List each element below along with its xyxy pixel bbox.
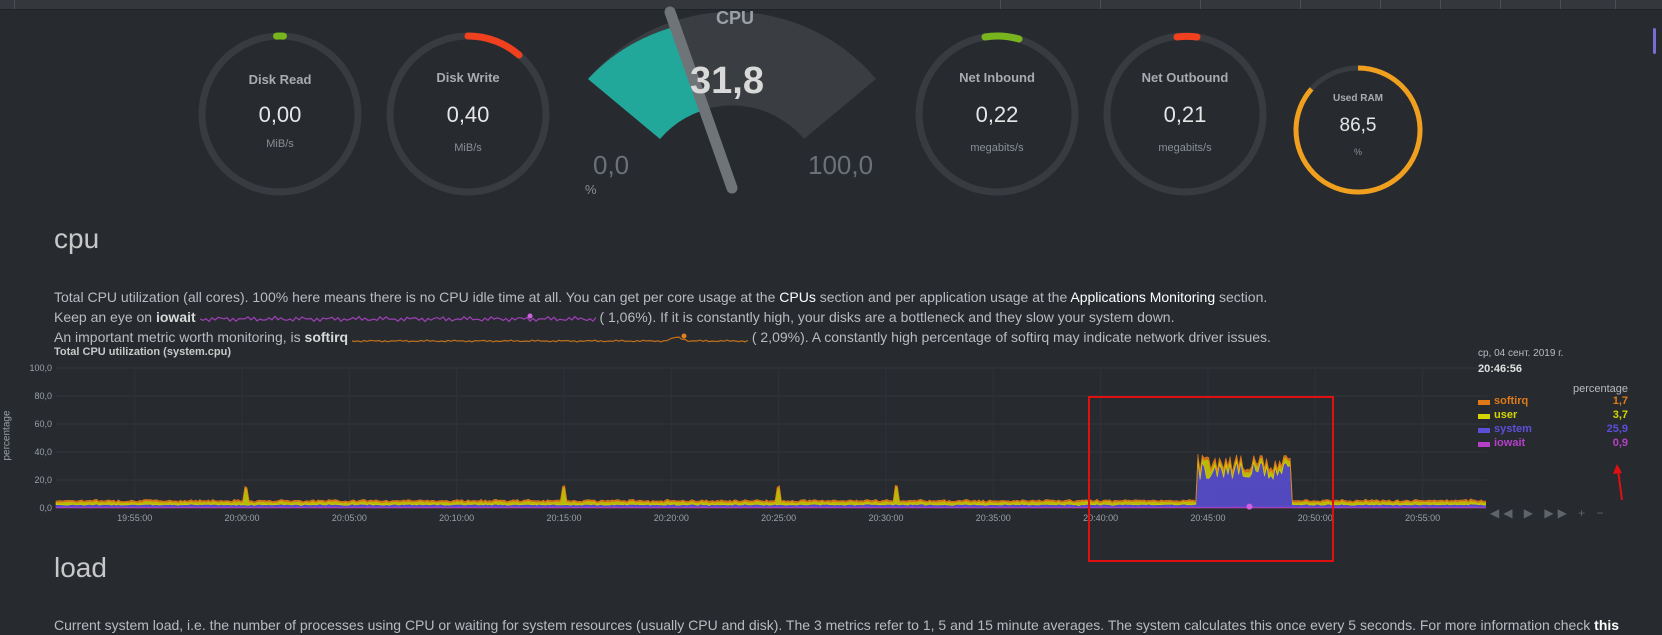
disk-read-unit: MiB/s (266, 138, 294, 150)
legend-swatch (1478, 414, 1490, 419)
legend-value: 25,9 (1606, 423, 1628, 435)
cpu-gauge-title: CPU (715, 8, 754, 28)
x-tick-label: 20:20:00 (654, 513, 689, 523)
disk-read-value: 0,00 (258, 102, 302, 127)
net-inbound-value: 0,22 (975, 102, 1019, 127)
y-tick-label: 100,0 (29, 363, 52, 373)
legend-value: 3,7 (1612, 409, 1628, 421)
cpu-desc-text-1: Total CPU utilization (all cores). 100% … (54, 289, 780, 305)
cpu-section-heading: cpu (54, 223, 100, 254)
legend-value: 0,9 (1612, 437, 1628, 449)
x-tick-label: 20:35:00 (976, 513, 1011, 523)
used-ram-value: 86,5 (1339, 115, 1377, 136)
disk-write-gauge[interactable]: Disk Write 0,40 MiB/s (384, 30, 552, 198)
used-ram-title: Used RAM (1332, 93, 1383, 104)
legend-time: 20:46:56 (1478, 363, 1523, 375)
x-tick-label: 20:30:00 (868, 513, 903, 523)
x-tick-label: 19:55:00 (117, 513, 152, 523)
cpu-gauge-unit: % (585, 182, 597, 197)
softirq-desc-text: An important metric worth monitoring, is (54, 329, 305, 345)
legend-value: 1,7 (1612, 395, 1628, 407)
legend-swatch (1478, 400, 1490, 405)
net-outbound-value: 0,21 (1163, 102, 1207, 127)
x-tick-label: 20:55:00 (1405, 513, 1440, 523)
legend-item-iowait[interactable]: iowait 0,9 (1478, 437, 1628, 451)
cpu-desc-text-3: section. (1215, 289, 1268, 305)
load-info-link[interactable]: this (1594, 617, 1619, 633)
legend-item-user[interactable]: user 3,7 (1478, 409, 1628, 423)
legend-name: system (1494, 423, 1532, 435)
softirq-sparkline[interactable] (351, 331, 748, 345)
disk-write-unit: MiB/s (454, 142, 482, 154)
net-inbound-unit: megabits/s (970, 142, 1024, 154)
legend-swatch (1478, 428, 1490, 433)
disk-write-title: Disk Write (436, 70, 500, 85)
cpu-desc-text-2: section and per application usage at the (815, 289, 1071, 305)
cpu-description-line1: Total CPU utilization (all cores). 100% … (54, 289, 1267, 305)
net-inbound-gauge[interactable]: Net Inbound 0,22 megabits/s (913, 30, 1081, 198)
legend-swatch (1478, 442, 1490, 447)
cpu-description-line2: Keep an eye on iowait ( 1,06%). If it is… (54, 309, 1174, 325)
load-desc-text: Current system load, i.e. the number of … (54, 617, 1595, 633)
chart-controls[interactable]: ◀◀ ▶ ▶▶ + − (1490, 506, 1608, 520)
y-tick-label: 80,0 (34, 391, 52, 401)
cpu-gauge-value: 31,8 (690, 60, 764, 102)
load-description: Current system load, i.e. the number of … (54, 617, 1619, 633)
annotation-arrow (1613, 464, 1623, 501)
cpu-gauge-min: 0,0 (593, 150, 630, 180)
applications-monitoring-link[interactable]: Applications Monitoring (1070, 289, 1215, 305)
legend-name: user (1494, 409, 1518, 421)
softirq-keyword: softirq (304, 329, 349, 345)
disk-read-title: Disk Read (248, 72, 312, 87)
iowait-value-text: ( 1,06%). If it is constantly high, your… (599, 309, 1175, 325)
iowait-sparkline[interactable] (199, 311, 596, 325)
cpu-gauge-max: 100,0 (808, 150, 874, 180)
scrollbar-indicator[interactable] (1653, 28, 1656, 54)
disk-write-value: 0,40 (446, 102, 490, 127)
y-tick-label: 0,0 (39, 503, 52, 513)
net-outbound-gauge[interactable]: Net Outbound 0,21 megabits/s (1101, 30, 1269, 198)
used-ram-gauge[interactable]: Used RAM 86,5 % (1291, 63, 1425, 197)
legend-name: iowait (1494, 437, 1526, 449)
y-tick-label: 60,0 (34, 419, 52, 429)
x-tick-label: 20:10:00 (439, 513, 474, 523)
softirq-value-text: ( 2,09%). A constantly high percentage o… (751, 329, 1271, 345)
iowait-desc-text: Keep an eye on (54, 309, 156, 325)
cpu-description-line3: An important metric worth monitoring, is… (54, 329, 1271, 345)
load-section-heading: load (54, 552, 107, 583)
x-tick-label: 20:25:00 (761, 513, 796, 523)
used-ram-unit: % (1353, 147, 1362, 157)
cpu-utilization-chart[interactable]: 100,0 80,0 60,0 40,0 20,0 0,0 19:55:00 20:00:00… (0, 355, 1662, 535)
iowait-keyword: iowait (155, 309, 196, 325)
legend-units: percentage (1572, 383, 1628, 395)
y-tick-label: 40,0 (34, 447, 52, 457)
legend-item-softirq[interactable]: softirq 1,7 (1478, 395, 1628, 409)
legend-name: softirq (1494, 395, 1529, 407)
net-outbound-title: Net Outbound (1141, 70, 1229, 85)
x-tick-label: 20:00:00 (225, 513, 260, 523)
annotation-highlight-box (1088, 396, 1334, 562)
net-outbound-unit: megabits/s (1158, 142, 1212, 154)
legend-date: ср, 04 сент. 2019 г. (1478, 348, 1564, 359)
chart-legend: ср, 04 сент. 2019 г. 20:46:56 percentage… (1478, 348, 1628, 451)
x-tick-label: 20:05:00 (332, 513, 367, 523)
disk-read-gauge[interactable]: Disk Read 0,00 MiB/s (196, 30, 364, 198)
y-tick-label: 20,0 (34, 475, 52, 485)
legend-item-system[interactable]: system 25,9 (1478, 423, 1628, 437)
x-tick-label: 20:15:00 (546, 513, 581, 523)
cpus-link[interactable]: CPUs (779, 289, 816, 305)
net-inbound-title: Net Inbound (959, 70, 1035, 85)
